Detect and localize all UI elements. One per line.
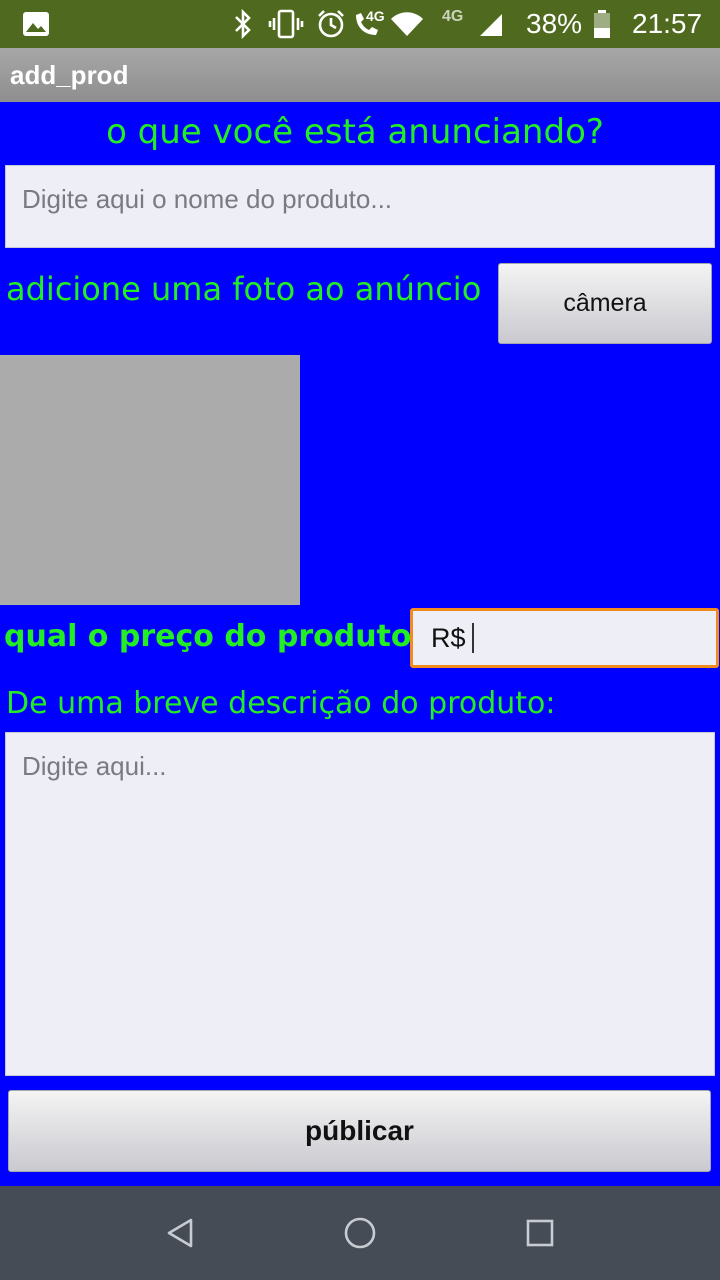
- battery-percent: 38%: [526, 8, 583, 39]
- home-icon[interactable]: [340, 1213, 380, 1253]
- price-value: R$: [431, 622, 466, 653]
- signal-icon: 4G: [442, 0, 504, 48]
- description-input[interactable]: Digite aqui...: [5, 732, 715, 1076]
- battery-icon: [592, 0, 612, 48]
- text-cursor: [471, 623, 474, 653]
- product-name-input[interactable]: Digite aqui o nome do produto...: [5, 165, 715, 248]
- publish-button[interactable]: públicar: [8, 1090, 711, 1172]
- status-bar: 4G 4G 38% 21:57: [0, 0, 720, 48]
- photo-label: adicione uma foto ao anúncio: [6, 270, 482, 308]
- alarm-icon: [316, 0, 346, 48]
- price-input[interactable]: R$: [410, 608, 719, 668]
- photo-preview[interactable]: [0, 355, 300, 605]
- price-label: qual o preço do produto?: [4, 619, 429, 654]
- description-label: De uma breve descrição do produto:: [6, 686, 556, 721]
- product-heading: o que você está anunciando?: [106, 112, 604, 152]
- back-icon[interactable]: [160, 1213, 200, 1253]
- description-placeholder: Digite aqui...: [22, 751, 167, 781]
- action-bar: add_prod: [0, 48, 720, 102]
- add-product-form: o que você está anunciando? Digite aqui …: [0, 102, 720, 1186]
- clock-time: 21:57: [632, 8, 703, 39]
- app-title: add_prod: [10, 60, 129, 90]
- volte-call-icon: 4G: [352, 0, 385, 48]
- camera-button[interactable]: câmera: [498, 263, 712, 344]
- vibrate-icon: [268, 0, 304, 48]
- product-name-placeholder: Digite aqui o nome do produto...: [22, 184, 393, 214]
- image-icon: [22, 0, 50, 48]
- navigation-bar: [0, 1186, 720, 1280]
- network-4g-label: 4G: [366, 8, 385, 24]
- recents-icon[interactable]: [520, 1213, 560, 1253]
- wifi-icon: [390, 0, 424, 48]
- bluetooth-icon: [232, 0, 254, 48]
- network-4g-label-2: 4G: [442, 8, 464, 25]
